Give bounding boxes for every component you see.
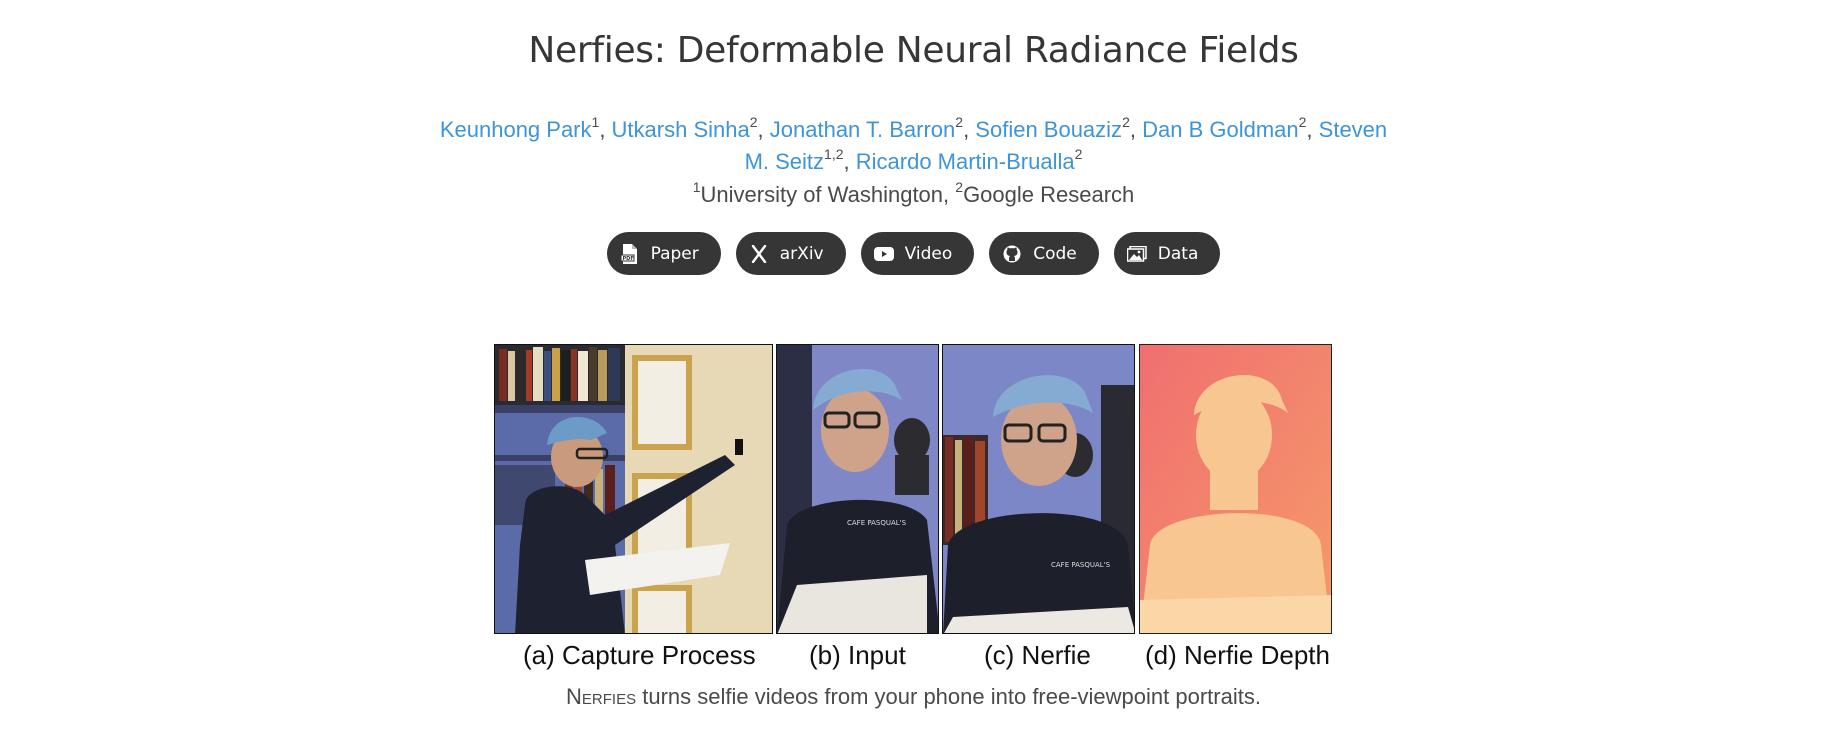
author-link-sinha[interactable]: Utkarsh Sinha — [612, 117, 750, 142]
tagline-text: turns selfie videos from your phone into… — [636, 684, 1261, 709]
affiliations: 1University of Washington, 2Google Resea… — [692, 178, 1135, 207]
teaser-figure: CAFE PASQUAL'S CAFE PASQUAL'S — [494, 344, 1332, 634]
svg-text:CAFE PASQUAL'S: CAFE PASQUAL'S — [847, 519, 907, 527]
pdf-icon: PDF — [619, 243, 641, 265]
data-button-label: Data — [1157, 243, 1199, 264]
paper-button-label: Paper — [650, 243, 699, 264]
caption-nerfie: (c) Nerfie — [984, 640, 1091, 670]
arxiv-button[interactable]: arXiv — [735, 232, 846, 275]
code-button-label: Code — [1033, 243, 1077, 264]
author-link-goldman[interactable]: Dan B Goldman — [1142, 117, 1299, 142]
author-link-bouaziz[interactable]: Sofien Bouaziz — [975, 117, 1122, 142]
arxiv-button-label: arXiv — [779, 243, 824, 264]
svg-text:CAFE PASQUAL'S: CAFE PASQUAL'S — [1051, 561, 1111, 569]
svg-text:PDF: PDF — [622, 256, 633, 262]
nerfie-depth-image — [1139, 344, 1332, 634]
github-icon — [1001, 243, 1023, 265]
author-list: Keunhong Park1, Utkarsh Sinha2, Jonathan… — [439, 113, 1388, 174]
caption-input: (b) Input — [809, 640, 906, 670]
figure-captions: (a) Capture Process (b) Input (c) Nerfie… — [494, 640, 1330, 676]
teaser-tagline: Nerfies turns selfie videos from your ph… — [0, 684, 1827, 710]
caption-capture-process: (a) Capture Process — [523, 640, 756, 670]
video-button[interactable]: Video — [860, 232, 975, 275]
author-link-barron[interactable]: Jonathan T. Barron — [770, 117, 956, 142]
youtube-icon — [873, 243, 895, 265]
images-icon — [1126, 243, 1148, 265]
link-buttons: PDF Paper arXiv Video Code Data — [0, 232, 1827, 275]
video-button-label: Video — [904, 243, 953, 264]
caption-nerfie-depth: (d) Nerfie Depth — [1145, 640, 1330, 670]
author-link-martin-brualla[interactable]: Ricardo Martin-Brualla — [856, 149, 1075, 174]
data-button[interactable]: Data — [1113, 232, 1221, 275]
author-link-park[interactable]: Keunhong Park — [440, 117, 592, 142]
input-image: CAFE PASQUAL'S — [776, 344, 939, 634]
arxiv-icon — [748, 243, 770, 265]
capture-process-image — [494, 344, 773, 634]
code-button[interactable]: Code — [989, 232, 1099, 275]
paper-button[interactable]: PDF Paper — [606, 232, 721, 275]
page-title: Nerfies: Deformable Neural Radiance Fiel… — [528, 30, 1299, 72]
tagline-name: Nerfies — [566, 684, 637, 709]
nerfie-image: CAFE PASQUAL'S — [942, 344, 1135, 634]
